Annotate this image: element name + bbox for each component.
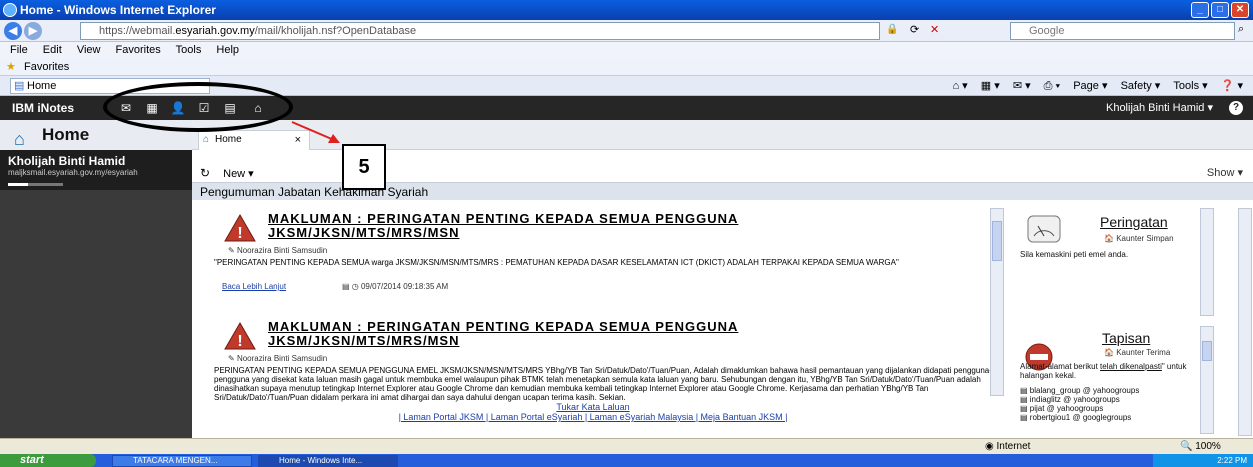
announcement-title[interactable]: MAKLUMAN : PERINGATAN PENTING KEPADA SEM… [268, 212, 828, 240]
tapisan-widget: Tapisan 🏠 Kaunter Terima Alamat-alamat b… [1016, 326, 1212, 438]
warning-icon: ! [224, 322, 256, 350]
user-menu[interactable]: Kholijah Binti Hamid ▾ [1106, 96, 1213, 120]
address-row: ◀ ▶ https://webmail.esyariah.gov.my/mail… [0, 20, 1253, 42]
meter-icon [1027, 215, 1061, 243]
ie-logo-icon [3, 3, 17, 17]
peringatan-scrollbar[interactable] [1200, 208, 1214, 316]
feeds-icon[interactable]: ▦ ▾ [981, 80, 1000, 92]
help-icon[interactable]: ? [1229, 101, 1243, 115]
announcement-author: ✎ Noorazira Binti Samsudin [228, 354, 328, 363]
home-icon[interactable]: ⌂ ▾ [952, 80, 967, 92]
peringatan-text: Sila kemaskini peti emel anda. [1020, 250, 1129, 259]
peringatan-sub: 🏠 Kaunter Simpan [1104, 234, 1174, 243]
back-button[interactable]: ◀ [4, 22, 22, 40]
list-item[interactable]: ▤ robertgiou1 @ googlegroups [1020, 413, 1139, 422]
help-menu-icon[interactable]: ❓ ▾ [1221, 80, 1243, 92]
footer-links: Tukar Kata Laluan | Laman Portal JKSM | … [198, 402, 988, 422]
change-password-link[interactable]: Tukar Kata Laluan [198, 402, 988, 412]
peringatan-widget: Peringatan 🏠 Kaunter Simpan Sila kemaski… [1016, 208, 1212, 308]
new-button[interactable]: New ▾ [223, 168, 254, 180]
show-menu[interactable]: Show ▾ [1207, 164, 1243, 182]
taskbar: start TATACARA MENGEN... Home - Windows … [0, 454, 1253, 467]
user-name: Kholijah Binti Hamid [8, 154, 126, 168]
internet-zone: ◉ Internet [985, 441, 1031, 452]
menu-tools[interactable]: Tools [176, 44, 202, 56]
announcement-body: PERINGATAN PENTING KEPADA SEMUA PENGGUNA… [214, 366, 992, 402]
quota-bar [8, 183, 63, 186]
announcements-scrollbar[interactable] [990, 208, 1004, 396]
favorites-label[interactable]: Favorites [24, 61, 69, 73]
window-title: Home - Windows Internet Explorer [20, 3, 216, 17]
forward-button[interactable]: ▶ [24, 22, 42, 40]
ie-command-bar: ⌂ ▾ ▦ ▾ ✉ ▾ ⎙ ▾ Page ▾ Safety ▾ Tools ▾ … [942, 78, 1243, 94]
portal-links[interactable]: | Laman Portal JKSM | Laman Portal eSyar… [198, 412, 988, 422]
zoom-level[interactable]: 🔍 100% [1180, 439, 1221, 455]
left-panel: ⌂ Home Kholijah Binti Hamid maljksmail.e… [0, 120, 192, 438]
menu-help[interactable]: Help [216, 44, 239, 56]
announcement-title[interactable]: MAKLUMAN : PERINGATAN PENTING KEPADA SEM… [268, 320, 828, 348]
callout-number: 5 [342, 144, 386, 190]
svg-text:!: ! [237, 225, 242, 242]
inotes-brand: IBM iNotes [12, 101, 75, 115]
tools-menu[interactable]: Tools ▾ [1173, 80, 1207, 92]
tapisan-title[interactable]: Tapisan [1102, 330, 1150, 346]
user-email: maljksmail.esyariah.gov.my/esyariah [8, 168, 138, 177]
address-bar[interactable]: https://webmail.esyariah.gov.my/mail/kho… [80, 22, 880, 40]
status-bar: ◉ Internet 🔍 100% [0, 438, 1253, 454]
page-scrollbar[interactable] [1238, 208, 1252, 436]
announcement-body: "PERINGATAN PENTING KEPADA SEMUA warga J… [214, 258, 899, 267]
system-tray: 2:22 PM [1153, 454, 1253, 467]
svg-text:!: ! [237, 333, 242, 350]
clock: 2:22 PM [1217, 456, 1247, 465]
search-input[interactable]: Google [1010, 22, 1235, 40]
refresh-icon[interactable]: ↻ [200, 166, 210, 180]
minimize-button[interactable]: _ [1191, 2, 1209, 18]
home-icon: ⌂ [203, 134, 210, 145]
menu-edit[interactable]: Edit [43, 44, 62, 56]
favorites-star-icon[interactable]: ★ [6, 58, 16, 76]
page-icon: ▤ [14, 80, 25, 92]
close-window-button[interactable]: ✕ [1231, 2, 1249, 18]
maximize-button[interactable]: □ [1211, 2, 1229, 18]
menu-bar: File Edit View Favorites Tools Help [0, 42, 1253, 58]
close-tab-icon[interactable]: × [295, 131, 301, 149]
start-button[interactable]: start [0, 454, 96, 467]
announcement-author: ✎ Noorazira Binti Samsudin [228, 246, 328, 255]
taskbar-item-ie[interactable]: Home - Windows Inte... [258, 455, 398, 467]
tapisan-scrollbar[interactable] [1200, 326, 1214, 434]
user-block: Kholijah Binti Hamid maljksmail.esyariah… [0, 150, 192, 190]
announcement-date: ▤ ◷ 09/07/2014 09:18:35 AM [342, 282, 449, 291]
window-title-bar: Home - Windows Internet Explorer _ □ ✕ [0, 0, 1253, 20]
tapisan-text: Alamat-alamat berikut telah dikenalpasti… [1020, 362, 1187, 380]
tapisan-sub: 🏠 Kaunter Terima [1104, 348, 1171, 357]
highlight-ellipse [103, 82, 293, 132]
menu-file[interactable]: File [10, 44, 28, 56]
warning-icon: ! [224, 214, 256, 242]
refresh-icon[interactable]: ⟳ [910, 23, 919, 36]
search-icon[interactable]: ⌕ [1238, 23, 1244, 36]
mail-icon[interactable]: ✉ ▾ [1013, 80, 1031, 92]
print-icon[interactable]: ⎙ ▾ [1044, 80, 1060, 92]
read-more-link[interactable]: Baca Lebih Lanjut [222, 282, 286, 291]
list-item[interactable]: ▤ blalang_group @ yahoogroups [1020, 386, 1139, 395]
lock-icon[interactable]: 🔒 [886, 24, 898, 35]
list-item[interactable]: ▤ indiaglitz @ yahoogroups [1020, 395, 1139, 404]
page-menu[interactable]: Page ▾ [1073, 80, 1107, 92]
blocked-list: ▤ blalang_group @ yahoogroups ▤ indiagli… [1020, 386, 1139, 422]
peringatan-title[interactable]: Peringatan [1100, 214, 1168, 230]
menu-favorites[interactable]: Favorites [116, 44, 161, 56]
menu-view[interactable]: View [77, 44, 101, 56]
safety-menu[interactable]: Safety ▾ [1121, 80, 1161, 92]
tab-home[interactable]: ⌂ Home × [198, 130, 310, 150]
stop-icon[interactable]: ✕ [930, 23, 939, 36]
announcements-panel: ! MAKLUMAN : PERINGATAN PENTING KEPADA S… [198, 206, 998, 438]
taskbar-item-word[interactable]: TATACARA MENGEN... [112, 455, 252, 467]
list-item[interactable]: ▤ pijat @ yahoogroups [1020, 404, 1139, 413]
favorites-bar: ★ Favorites [0, 58, 1253, 76]
